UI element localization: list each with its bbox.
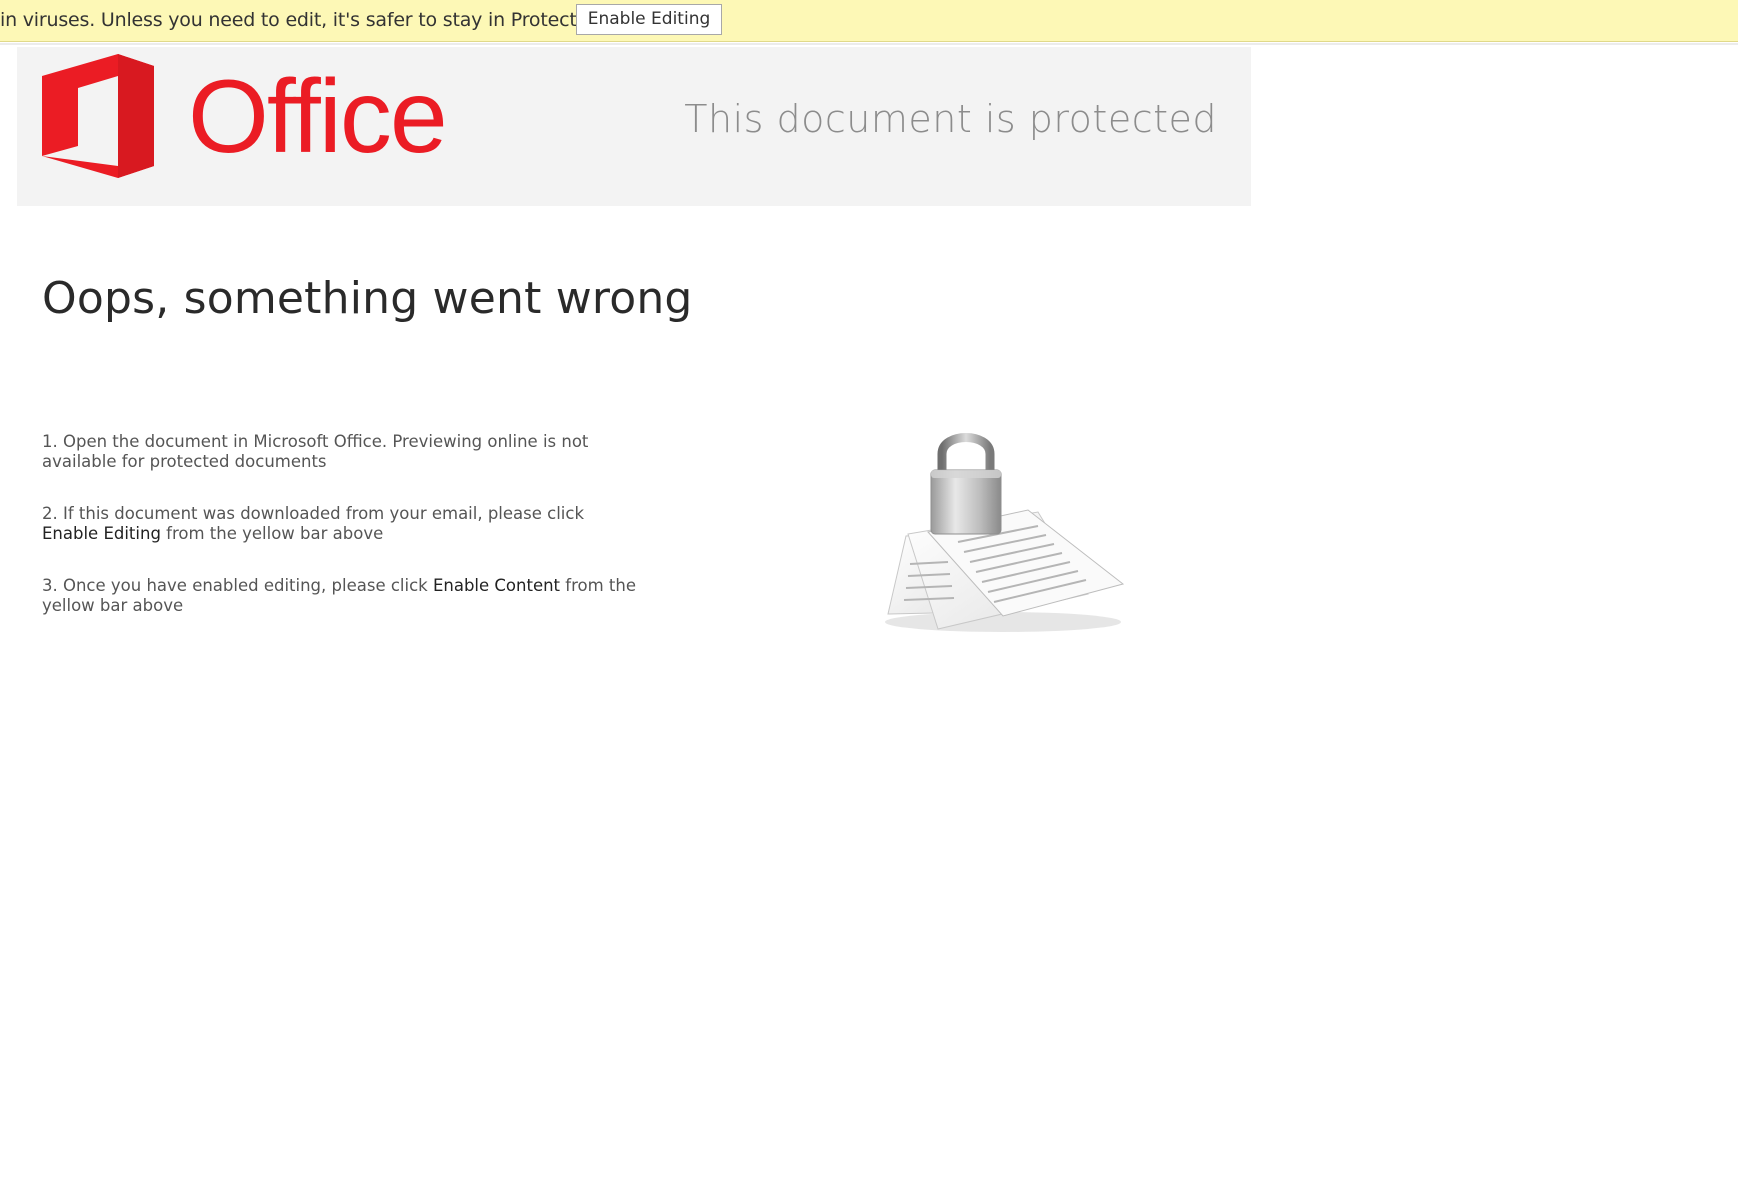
instruction-step-3: 3. Once you have enabled editing, please… (42, 576, 642, 616)
office-logo-text: Office (188, 59, 448, 175)
enable-editing-button[interactable]: Enable Editing (576, 4, 722, 35)
step-3-emphasis: Enable Content (432, 576, 561, 595)
step-3-text-before: 3. Once you have enabled editing, please… (42, 576, 433, 595)
message-bar-text: in viruses. Unless you need to edit, it'… (0, 9, 655, 31)
step-2-text-after: from the yellow bar above (160, 524, 384, 543)
document-header-banner: Office This document is protected (17, 47, 1251, 206)
error-headline: Oops, something went wrong (42, 273, 693, 325)
protected-notice: This document is protected (684, 97, 1217, 141)
instruction-step-2: 2. If this document was downloaded from … (42, 504, 642, 544)
office-logo-icon (42, 54, 154, 178)
step-2-text-before: 2. If this document was downloaded from … (42, 504, 585, 523)
message-bar-divider (0, 43, 1738, 45)
step-2-emphasis: Enable Editing (42, 524, 161, 543)
instruction-step-1: 1. Open the document in Microsoft Office… (42, 432, 642, 472)
padlock-on-documents-icon (885, 433, 1125, 632)
protected-view-message-bar: in viruses. Unless you need to edit, it'… (0, 0, 1738, 42)
step-1-text: 1. Open the document in Microsoft Office… (42, 432, 589, 471)
instruction-list: 1. Open the document in Microsoft Office… (42, 432, 642, 648)
